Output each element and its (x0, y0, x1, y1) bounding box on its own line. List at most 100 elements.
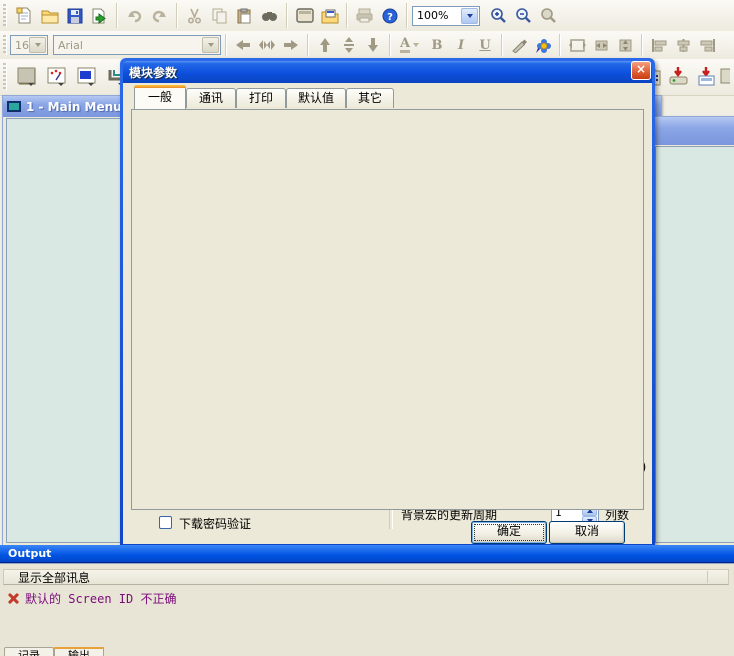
object-button-tool[interactable] (12, 63, 42, 91)
new-file-button[interactable] (12, 4, 37, 28)
move-down-button[interactable] (361, 34, 385, 56)
object-meter-icon (47, 67, 67, 87)
open-screen-button[interactable] (317, 4, 342, 28)
bold-button[interactable]: B (425, 34, 449, 56)
download-screen-button[interactable] (692, 63, 720, 89)
center-vertical-button[interactable] (337, 34, 361, 56)
align-left-button[interactable] (647, 34, 671, 56)
underline-button[interactable]: U (473, 34, 497, 56)
object-display-tool[interactable] (72, 63, 102, 91)
tab-label: 输出 (68, 649, 90, 656)
redo-button[interactable] (147, 4, 172, 28)
underline-icon: U (479, 38, 490, 53)
move-left-button[interactable] (231, 34, 255, 56)
toolbar-grip[interactable] (3, 63, 7, 91)
object-meter-tool[interactable] (42, 63, 72, 91)
new-screen-icon (296, 8, 314, 23)
save-button[interactable] (62, 4, 87, 28)
arrow-up-icon (318, 37, 332, 53)
toolbar-separator (307, 34, 309, 56)
download-firmware-button[interactable] (664, 63, 692, 89)
font-color-icon: A (400, 38, 410, 53)
cut-icon (187, 8, 202, 24)
toolbar-separator (406, 3, 408, 28)
chevron-down-icon[interactable] (412, 42, 420, 48)
tab-label: 默认值 (298, 91, 334, 105)
italic-button[interactable]: I (449, 34, 473, 56)
move-right-button[interactable] (279, 34, 303, 56)
font-name-value: Arial (58, 39, 83, 52)
toolbar-grip[interactable] (3, 4, 7, 27)
secondary-window-titlebar[interactable] (652, 117, 734, 145)
cancel-button[interactable]: 取消 (549, 521, 625, 544)
toolbar-overflow[interactable] (720, 63, 730, 89)
cancel-button-label: 取消 (575, 524, 599, 538)
zoom-tool-icon (540, 7, 557, 24)
open-project-button[interactable] (37, 4, 62, 28)
zoom-tool-button[interactable] (536, 4, 561, 28)
toolbar-separator (559, 34, 561, 56)
output-panel-titlebar[interactable]: Output (0, 545, 734, 563)
toolbar-grip[interactable] (3, 35, 7, 55)
tab-print[interactable]: 打印 (236, 88, 286, 108)
line-tool-button[interactable] (507, 34, 531, 56)
output-filter-label: 显示全部讯息 (18, 569, 90, 586)
output-filter-header[interactable]: 显示全部讯息 (3, 569, 729, 585)
tab-communication[interactable]: 通讯 (186, 88, 236, 108)
app-window: ? 100% 16 Arial (0, 0, 734, 656)
size-equal-icon (569, 38, 586, 53)
chevron-down-icon[interactable] (461, 8, 478, 24)
italic-icon: I (458, 38, 464, 53)
zoom-out-button[interactable] (511, 4, 536, 28)
font-color-button[interactable]: A (395, 34, 425, 56)
module-parameters-dialog: 模块参数 × 一般 通讯 打印 默认值 其它 基本设置 专案名称 HMI 人机界… (120, 58, 655, 547)
swap-button[interactable] (255, 34, 279, 56)
export-button[interactable] (87, 4, 112, 28)
tab-general[interactable]: 一般 (134, 85, 186, 109)
help-button[interactable]: ? (377, 4, 402, 28)
toolbar-separator (389, 34, 391, 56)
tab-other[interactable]: 其它 (346, 88, 394, 108)
find-button[interactable] (257, 4, 282, 28)
transparent-color-button[interactable] (531, 34, 555, 56)
tab-default[interactable]: 默认值 (286, 88, 346, 108)
new-screen-button[interactable] (292, 4, 317, 28)
copy-button[interactable] (207, 4, 232, 28)
font-name-combo[interactable]: Arial (53, 35, 221, 55)
ok-button[interactable]: 确定 (471, 521, 547, 544)
redo-icon (151, 8, 168, 24)
secondary-window[interactable] (651, 116, 734, 547)
object-display-icon (77, 67, 97, 87)
same-height-button[interactable] (613, 34, 637, 56)
tab-output[interactable]: 输出 (54, 647, 104, 656)
download-firmware-icon (668, 66, 689, 86)
paste-button[interactable] (232, 4, 257, 28)
tab-label: 通讯 (199, 91, 223, 105)
ok-button-label: 确定 (497, 524, 521, 538)
close-button[interactable]: × (631, 61, 651, 80)
tab-label: 记录 (18, 649, 40, 656)
partial-icon (720, 67, 730, 85)
cut-button[interactable] (182, 4, 207, 28)
print-button[interactable] (352, 4, 377, 28)
same-width-button[interactable] (589, 34, 613, 56)
font-size-combo[interactable]: 16 (10, 35, 48, 55)
output-message-row[interactable]: 默认的 Screen ID 不正确 (8, 590, 176, 607)
size-height-icon (617, 38, 634, 53)
transparent-color-icon (535, 37, 552, 54)
make-same-size-button[interactable] (565, 34, 589, 56)
download-password-checkbox[interactable] (159, 516, 172, 529)
align-center-button[interactable] (671, 34, 695, 56)
output-panel-title: Output (8, 547, 51, 560)
undo-button[interactable] (122, 4, 147, 28)
screen-icon (7, 100, 22, 113)
tab-record[interactable]: 记录 (4, 647, 54, 656)
secondary-canvas[interactable] (655, 146, 734, 543)
tab-label: 一般 (148, 90, 172, 104)
zoom-combo[interactable]: 100% (412, 6, 480, 26)
align-right-button[interactable] (695, 34, 719, 56)
dialog-titlebar[interactable]: 模块参数 (123, 61, 652, 83)
move-up-button[interactable] (313, 34, 337, 56)
screen-window-title: 1 - Main Menu (26, 100, 122, 114)
zoom-in-button[interactable] (486, 4, 511, 28)
